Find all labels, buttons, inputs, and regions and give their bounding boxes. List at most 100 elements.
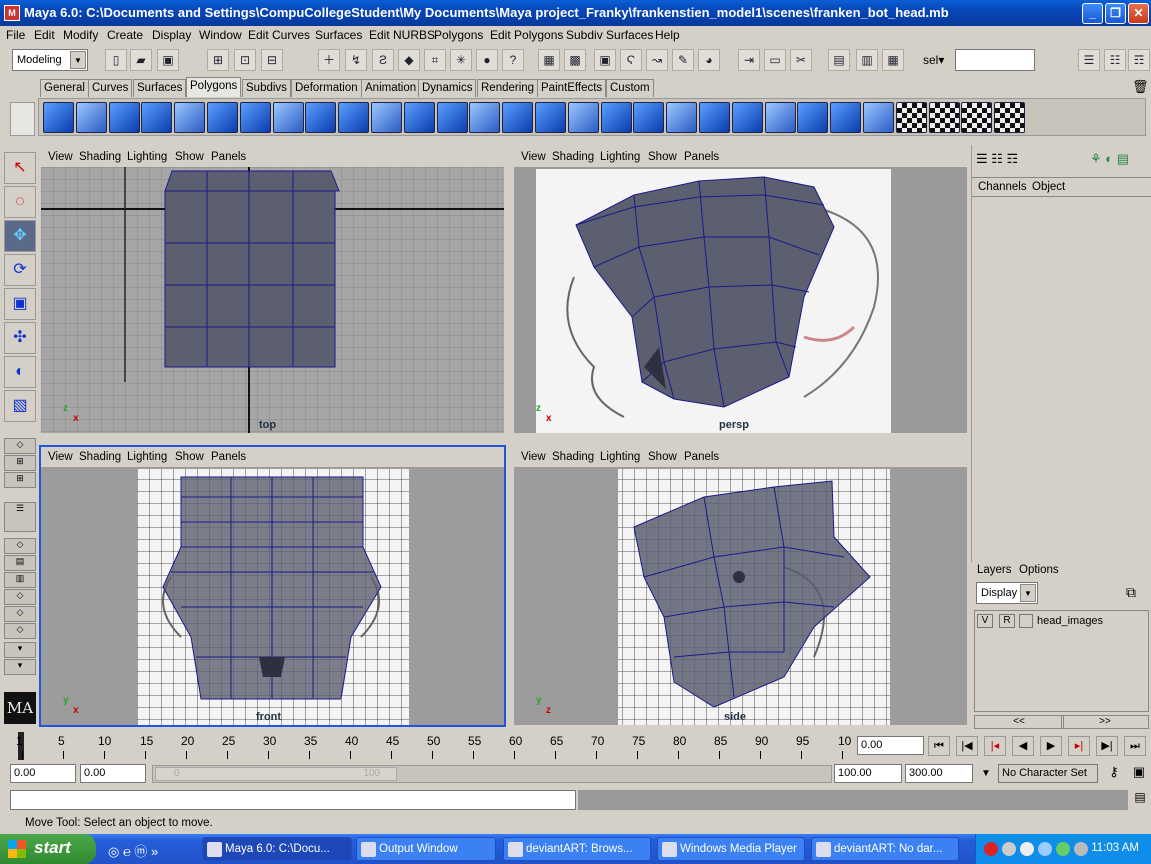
open-scene-icon[interactable]: ▰ <box>130 49 152 71</box>
scale-tool-icon[interactable]: ▣ <box>4 288 36 320</box>
shelf-tool-icon[interactable] <box>371 102 402 133</box>
step-forward-key-button[interactable]: ▶| <box>1096 736 1118 756</box>
step-back-key-button[interactable]: |◀ <box>956 736 978 756</box>
vmenu-shading[interactable]: Shading <box>552 451 594 463</box>
save-scene-icon[interactable]: ▣ <box>157 49 179 71</box>
viewport-canvas-top[interactable]: zx top <box>41 167 504 433</box>
mask-curve-icon[interactable]: ↝ <box>646 49 668 71</box>
menu-edit[interactable]: Edit <box>34 28 55 42</box>
render-view-icon[interactable]: ▤ <box>828 49 850 71</box>
hypershade-layout-icon[interactable]: ▤ <box>4 555 36 571</box>
layer-type-selector[interactable]: Display ▼ <box>976 582 1038 604</box>
shelf-tool-icon[interactable] <box>239 102 271 133</box>
device-icon[interactable] <box>1074 842 1088 856</box>
custom-layout-2-icon[interactable]: ▾ <box>4 659 36 675</box>
lasso-tool-icon[interactable]: ◌ <box>4 186 36 218</box>
vmenu-lighting[interactable]: Lighting <box>600 451 640 463</box>
vmenu-show[interactable]: Show <box>175 151 204 163</box>
object-menu[interactable]: Object <box>1032 181 1065 193</box>
selection-label[interactable]: sel▾ <box>923 53 944 67</box>
close-button[interactable]: ✕ <box>1128 3 1149 24</box>
menu-window[interactable]: Window <box>199 28 242 42</box>
outliner-layout-icon[interactable]: ☰ <box>4 502 36 532</box>
channel-box-icon[interactable]: ☰ ☷ ☶ <box>976 151 1018 167</box>
end-time-field[interactable]: 300.00 <box>905 764 973 783</box>
vmenu-shading[interactable]: Shading <box>79 151 121 163</box>
quick-launch-icons[interactable]: ◎ ℮ ⓜ » <box>108 841 158 860</box>
options-menu[interactable]: Options <box>1019 564 1059 576</box>
mode-selector[interactable]: Modeling ▼ <box>12 49 88 71</box>
menu-modify[interactable]: Modify <box>63 28 98 42</box>
shelf-tool-icon[interactable] <box>863 102 894 133</box>
shelf-tool-icon[interactable] <box>502 102 534 133</box>
shelf-tool-icon[interactable] <box>764 102 796 133</box>
shelf-tool-icon[interactable] <box>174 102 206 133</box>
vmenu-view[interactable]: View <box>48 151 73 163</box>
vmenu-show[interactable]: Show <box>175 451 204 463</box>
shelf-tool-icon[interactable] <box>436 102 468 133</box>
shelf-tool-icon[interactable] <box>207 102 238 133</box>
vmenu-shading[interactable]: Shading <box>552 151 594 163</box>
vmenu-lighting[interactable]: Lighting <box>127 451 167 463</box>
soft-mod-tool-icon[interactable]: ◐ <box>4 356 36 388</box>
mask-deform-icon[interactable]: ◕ <box>698 49 720 71</box>
tab-dynamics[interactable]: Dynamics <box>418 79 477 97</box>
minimize-button[interactable]: _ <box>1082 3 1103 24</box>
shelf-tool-icon[interactable] <box>305 102 337 133</box>
tab-curves[interactable]: Curves <box>88 79 133 97</box>
shelf-tool-icon[interactable] <box>141 102 173 133</box>
lock-selection-icon[interactable]: ✂ <box>790 49 812 71</box>
shelf-menu-button[interactable] <box>10 102 35 136</box>
move-tool-icon[interactable]: ✥ <box>4 220 36 252</box>
shelf-tool-icon[interactable] <box>43 102 74 133</box>
start-button[interactable]: start <box>0 834 96 864</box>
layer-name[interactable]: head_images <box>1037 615 1103 627</box>
mask-surface-icon[interactable]: ✎ <box>672 49 694 71</box>
three-pane-layout-icon[interactable]: ◇ <box>4 589 36 605</box>
snap-view-icon[interactable]: ◆ <box>398 49 420 71</box>
select-mask2-icon[interactable]: ▩ <box>564 49 586 71</box>
new-scene-icon[interactable]: ▯ <box>105 49 127 71</box>
shelf-tool-icon[interactable] <box>469 102 501 133</box>
range-slider-handle[interactable]: 0 100 <box>155 767 397 781</box>
menu-subdiv-surfaces[interactable]: Subdiv Surfaces <box>566 28 653 42</box>
shelf-tool-icon[interactable] <box>731 102 763 133</box>
menu-display[interactable]: Display <box>152 28 191 42</box>
viewport-top[interactable]: View Shading Lighting Show Panels zx top <box>39 145 506 435</box>
select-hierarchy-icon[interactable]: ⊞ <box>207 49 229 71</box>
vmenu-view[interactable]: View <box>521 451 546 463</box>
input-output-icon[interactable]: ⇥ <box>738 49 760 71</box>
shelf-tool-icon[interactable] <box>75 102 107 133</box>
tab-polygons[interactable]: Polygons <box>186 77 242 97</box>
task-maya[interactable]: Maya 6.0: C:\Docu... <box>202 837 352 861</box>
command-line-input[interactable] <box>10 790 576 810</box>
single-pane-layout-icon[interactable]: ◇ <box>4 438 36 454</box>
ipr-render-icon[interactable]: ● <box>476 49 498 71</box>
shelf-tool-icon[interactable] <box>633 102 665 133</box>
manipulator-tool-icon[interactable]: ✣ <box>4 322 36 354</box>
key-icon[interactable]: ⚷ <box>1102 764 1126 784</box>
attribute-icon[interactable]: ⚘ ◐ ▤ <box>1090 151 1129 167</box>
range-slider[interactable]: 0 100 <box>152 765 832 783</box>
rotate-tool-icon[interactable]: ⟳ <box>4 254 36 286</box>
trash-icon[interactable]: 🗑 <box>1132 79 1149 95</box>
last-tool-icon[interactable]: ▧ <box>4 390 36 422</box>
tab-surfaces[interactable]: Surfaces <box>133 79 187 97</box>
layers-menu[interactable]: Layers <box>977 564 1012 576</box>
render-icon[interactable]: ✳ <box>450 49 472 71</box>
snap-curve-icon[interactable]: ↯ <box>345 49 367 71</box>
menu-polygons[interactable]: Polygons <box>434 28 483 42</box>
create-layer-icon[interactable]: ⧉ <box>1126 584 1136 601</box>
playback-start-field[interactable]: 0.00 <box>80 764 146 783</box>
render-current-icon[interactable]: ▥ <box>856 49 878 71</box>
chevron-down-icon[interactable]: ▼ <box>976 764 996 784</box>
menu-edit-curves[interactable]: Edit Curves <box>248 28 310 42</box>
vmenu-view[interactable]: View <box>521 151 546 163</box>
shelf-tool-icon[interactable] <box>338 102 370 133</box>
tab-rendering[interactable]: Rendering <box>477 79 539 97</box>
menu-file[interactable]: File <box>6 28 25 42</box>
shelf-tool-icon[interactable] <box>699 102 730 133</box>
shelf-tool-icon[interactable] <box>403 102 435 133</box>
ipr-icon[interactable]: ▦ <box>882 49 904 71</box>
menu-help[interactable]: Help <box>655 28 680 42</box>
